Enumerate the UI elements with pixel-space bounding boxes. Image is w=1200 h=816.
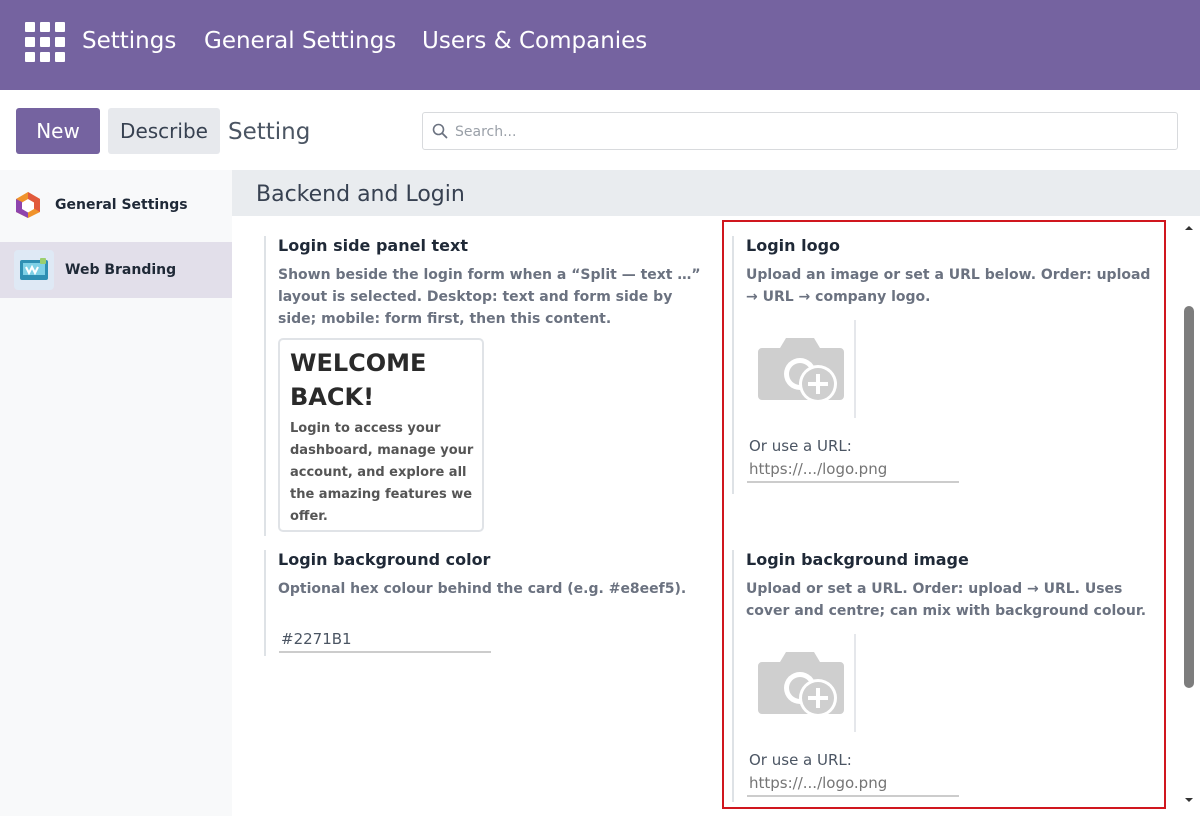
welcome-card-title: WELCOME BACK! (290, 349, 427, 411)
settings-sidebar: General Settings Web Branding (0, 170, 232, 816)
section-header: Backend and Login (232, 170, 1200, 216)
camera-add-icon[interactable] (754, 648, 846, 720)
search-input[interactable] (453, 113, 1157, 151)
setting-description: Upload or set a URL. Order: upload → URL… (746, 581, 1147, 619)
control-panel: New Describe Setting (0, 90, 1200, 170)
describe-button[interactable]: Describe (108, 108, 220, 154)
page-title: Setting (228, 119, 311, 145)
setting-description: Optional hex colour behind the card (e.g… (278, 581, 687, 597)
setting-title: Login background image (746, 550, 969, 569)
nav-users-companies[interactable]: Users & Companies (422, 28, 647, 54)
background-color-input[interactable] (279, 627, 491, 653)
apps-menu-icon[interactable] (25, 22, 67, 62)
nav-settings[interactable]: Settings (82, 28, 176, 54)
image-divider (854, 634, 856, 732)
scrollbar-thumb[interactable] (1184, 306, 1194, 688)
settings-content: Backend and Login Login side panel text … (232, 170, 1200, 816)
sidebar-item-general-settings[interactable]: General Settings (0, 177, 232, 233)
setting-description: Upload an image or set a URL below. Orde… (746, 267, 1151, 305)
url-label: Or use a URL: (749, 751, 852, 769)
scroll-down-arrow-icon[interactable] (1183, 794, 1195, 806)
sidebar-item-web-branding[interactable]: Web Branding (0, 242, 232, 298)
camera-add-icon[interactable] (754, 334, 846, 406)
welcome-card-editor[interactable]: WELCOME BACK! Login to access your dashb… (278, 338, 484, 532)
search-box[interactable] (422, 112, 1178, 151)
section-title: Backend and Login (256, 182, 465, 207)
url-label: Or use a URL: (749, 437, 852, 455)
top-navbar: Settings General Settings Users & Compan… (0, 0, 1200, 90)
new-button[interactable]: New (16, 108, 100, 154)
setting-title: Login background color (278, 550, 491, 569)
background-image-url-input[interactable] (747, 771, 959, 797)
general-settings-app-icon (16, 192, 40, 218)
welcome-card-body: Login to access your dashboard, manage y… (290, 421, 474, 524)
sidebar-item-label: Web Branding (65, 262, 177, 278)
sidebar-item-label: General Settings (55, 197, 188, 213)
web-branding-app-icon (14, 250, 54, 290)
nav-general-settings[interactable]: General Settings (204, 28, 396, 54)
search-icon (432, 123, 448, 139)
logo-url-input[interactable] (747, 457, 959, 483)
setting-title: Login logo (746, 236, 841, 255)
setting-title: Login side panel text (278, 236, 468, 255)
scroll-up-arrow-icon[interactable] (1183, 222, 1195, 234)
image-divider (854, 320, 856, 418)
setting-description: Shown beside the login form when a “Spli… (278, 267, 701, 327)
